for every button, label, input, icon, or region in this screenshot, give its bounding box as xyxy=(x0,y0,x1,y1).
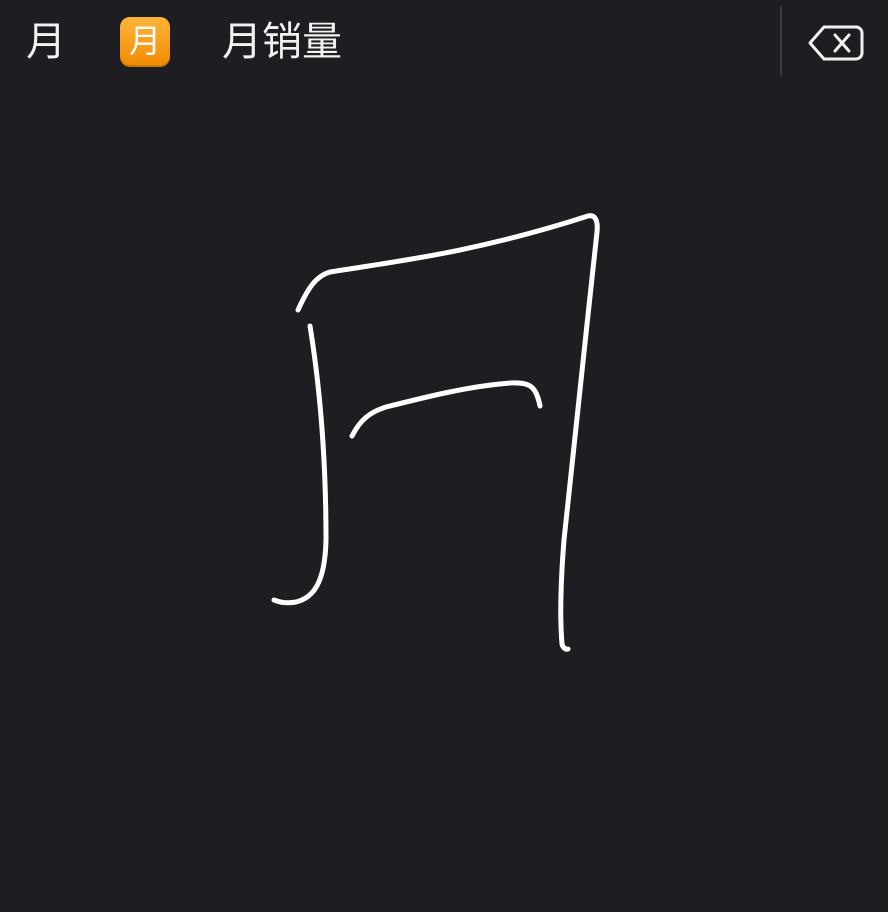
candidate-1[interactable]: 月 xyxy=(26,16,66,68)
stroke-left xyxy=(271,323,329,606)
candidate-bar: 月 月 月销量 xyxy=(0,0,888,84)
candidate-3[interactable]: 月销量 xyxy=(222,16,342,68)
delete-button[interactable] xyxy=(804,18,868,68)
backspace-icon xyxy=(808,25,864,61)
handwriting-canvas[interactable] xyxy=(0,84,888,912)
handwriting-strokes xyxy=(271,213,600,652)
divider xyxy=(780,6,782,76)
stroke-top-and-right xyxy=(295,213,600,652)
stroke-inner-horizontal xyxy=(349,380,543,439)
candidate-emoji[interactable]: 月 xyxy=(120,17,170,67)
